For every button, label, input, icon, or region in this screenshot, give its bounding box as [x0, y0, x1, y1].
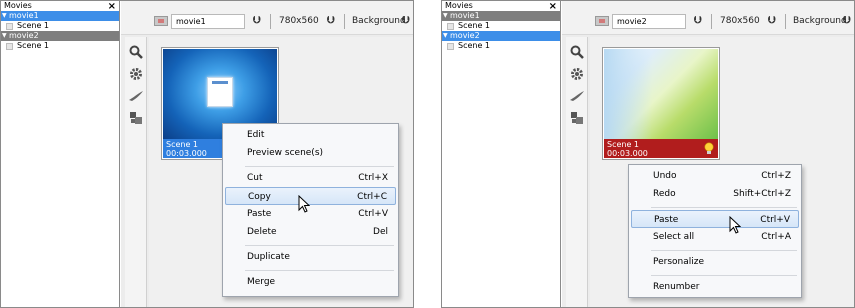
scene-preview-image [604, 49, 718, 140]
movies-pane: Movies × ▼ movie1 Scene 1 ▼ movie2 Scene… [442, 1, 561, 307]
mouse-pointer-icon [298, 195, 310, 213]
toolbar-divider [711, 14, 712, 29]
context-menu-scene: Edit Preview scene(s) Cut Ctrl+X Copy Ct… [222, 123, 399, 297]
tree-item-label: movie1 [9, 11, 39, 20]
toolbar-divider [785, 14, 786, 29]
menu-item-paste[interactable]: Paste Ctrl+V [225, 205, 396, 223]
menu-item-redo[interactable]: Redo Shift+Ctrl+Z [631, 185, 799, 203]
tree-item-movie2[interactable]: ▼ movie2 [1, 31, 119, 41]
double-chevron-down-icon[interactable]: ⮋ [694, 13, 702, 28]
expand-arrow-icon[interactable]: ▼ [442, 11, 450, 21]
expand-arrow-icon[interactable]: ▼ [442, 31, 450, 41]
size-dropdown[interactable]: 780x560 [720, 14, 760, 29]
menu-separator [245, 245, 394, 246]
menu-item-preview-scenes[interactable]: Preview scene(s) [225, 144, 396, 162]
scene-thumbnail[interactable]: Scene 1 00:03.000 [602, 47, 720, 160]
double-chevron-down-icon[interactable]: ⮋ [843, 13, 851, 28]
menu-item-merge[interactable]: Merge [225, 273, 396, 291]
scene-icon [6, 42, 13, 50]
puzzle-icon[interactable] [127, 109, 145, 127]
document-icon [207, 77, 233, 107]
menu-item-personalize[interactable]: Personalize [631, 253, 799, 271]
toolbar: movie1 ⮋ 780x560 ⮋ Background ⮋ [121, 1, 413, 35]
size-dropdown[interactable]: 780x560 [279, 14, 319, 29]
tree-item-label: Scene 1 [458, 41, 491, 50]
menu-item-undo[interactable]: Undo Ctrl+Z [631, 167, 799, 185]
tool-strip [566, 37, 588, 307]
editor-window-movie2: Movies × ▼ movie1 Scene 1 ▼ movie2 Scene… [441, 0, 855, 308]
tree-item-movie1[interactable]: ▼ movie1 [1, 11, 119, 21]
tree-item-label: movie2 [9, 31, 39, 40]
wing-icon[interactable] [127, 87, 145, 105]
movie-name-input[interactable]: movie2 [612, 14, 686, 29]
toolbar-divider [344, 14, 345, 29]
menu-item-delete[interactable]: Delete Del [225, 223, 396, 241]
movies-pane: Movies × ▼ movie1 Scene 1 ▼ movie2 Scene… [1, 1, 120, 307]
tool-strip [125, 37, 147, 307]
tree-item-scene[interactable]: Scene 1 [442, 21, 560, 31]
context-menu-stage: Undo Ctrl+Z Redo Shift+Ctrl+Z Paste Ctrl… [628, 164, 802, 298]
menu-item-renumber[interactable]: Renumber [631, 278, 799, 296]
tree-item-label: movie1 [450, 11, 480, 20]
close-icon[interactable]: × [549, 1, 557, 11]
double-chevron-down-icon[interactable]: ⮋ [768, 13, 776, 28]
tree-item-label: Scene 1 [458, 21, 491, 30]
tree-item-scene[interactable]: Scene 1 [442, 41, 560, 51]
double-chevron-down-icon[interactable]: ⮋ [327, 13, 335, 28]
menu-item-copy[interactable]: Copy Ctrl+C [225, 187, 396, 205]
menu-item-paste[interactable]: Paste Ctrl+V [631, 210, 799, 228]
menu-separator [651, 275, 797, 276]
tree-item-movie1[interactable]: ▼ movie1 [442, 11, 560, 21]
double-chevron-down-icon[interactable]: ⮋ [253, 13, 261, 28]
menu-item-edit[interactable]: Edit [225, 126, 396, 144]
editor-window-movie1: Movies × ▼ movie1 Scene 1 ▼ movie2 Scene… [0, 0, 414, 308]
puzzle-icon[interactable] [568, 109, 586, 127]
scene-icon [447, 42, 454, 50]
scene-icon [6, 22, 13, 30]
movie-name-input[interactable]: movie1 [171, 14, 245, 29]
movies-pane-title: Movies [445, 1, 473, 10]
mouse-pointer-icon [729, 216, 741, 234]
tree-item-label: Scene 1 [17, 41, 50, 50]
movies-pane-header: Movies × [1, 1, 119, 11]
search-icon[interactable] [568, 43, 586, 61]
menu-separator [651, 250, 797, 251]
movies-pane-title: Movies [4, 1, 32, 10]
gear-icon[interactable] [568, 65, 586, 83]
movies-pane-header: Movies × [442, 1, 560, 11]
menu-item-select-all[interactable]: Select all Ctrl+A [631, 228, 799, 246]
double-chevron-down-icon[interactable]: ⮋ [402, 13, 410, 28]
tree-item-scene[interactable]: Scene 1 [1, 21, 119, 31]
tree-item-scene[interactable]: Scene 1 [1, 41, 119, 51]
expand-arrow-icon[interactable]: ▼ [1, 11, 9, 21]
film-icon [595, 16, 609, 26]
tree-item-label: Scene 1 [17, 21, 50, 30]
menu-separator [245, 270, 394, 271]
scene-caption: Scene 1 00:03.000 [604, 139, 718, 158]
menu-separator [651, 207, 797, 208]
wing-icon[interactable] [568, 87, 586, 105]
search-icon[interactable] [127, 43, 145, 61]
expand-arrow-icon[interactable]: ▼ [1, 31, 9, 41]
menu-separator [245, 166, 394, 167]
menu-item-cut[interactable]: Cut Ctrl+X [225, 169, 396, 187]
scene-name: Scene 1 [607, 140, 640, 149]
tree-item-movie2[interactable]: ▼ movie2 [442, 31, 560, 41]
lightbulb-icon[interactable] [704, 142, 714, 155]
film-icon [154, 16, 168, 26]
menu-item-duplicate[interactable]: Duplicate [225, 248, 396, 266]
background-dropdown[interactable]: Background [793, 14, 847, 29]
gear-icon[interactable] [127, 65, 145, 83]
tree-item-label: movie2 [450, 31, 480, 40]
close-icon[interactable]: × [108, 1, 116, 11]
scene-duration: 00:03.000 [607, 149, 648, 158]
toolbar-divider [270, 14, 271, 29]
scene-icon [447, 22, 454, 30]
toolbar: movie2 ⮋ 780x560 ⮋ Background ⮋ [562, 1, 854, 35]
background-dropdown[interactable]: Background [352, 14, 406, 29]
